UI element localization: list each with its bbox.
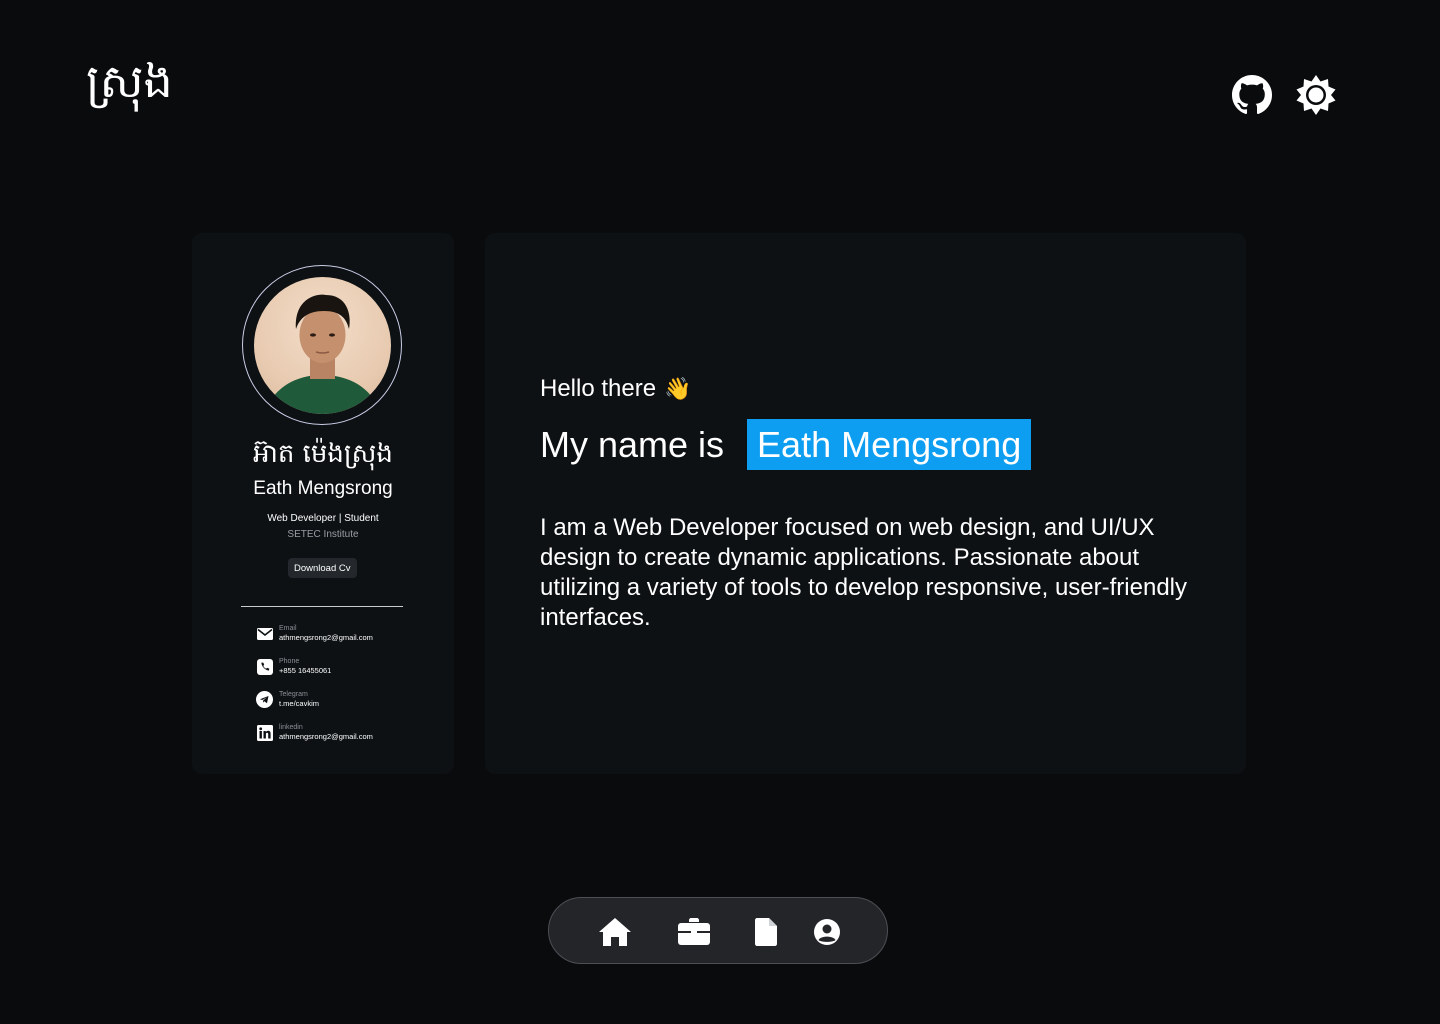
top-actions xyxy=(1232,74,1336,116)
telegram-icon xyxy=(256,691,273,708)
contact-list: Email athmengsrong2@gmail.com Phone +855… xyxy=(256,617,436,749)
contact-label: Phone xyxy=(279,658,300,665)
greeting-text: Hello there xyxy=(540,375,657,402)
profile-name: Eath Mengsrong xyxy=(253,478,393,499)
bio-text: I am a Web Developer focused on web desi… xyxy=(540,514,1187,631)
contact-phone[interactable]: Phone +855 16455061 xyxy=(256,650,436,683)
name-heading: My name is Eath Mengsrong xyxy=(540,419,1032,470)
profile-role: Web Developer | Student xyxy=(267,513,379,524)
phone-icon xyxy=(256,658,273,675)
profile-institute: SETEC Institute xyxy=(287,529,359,540)
intro-card: Hello there 👋 My name is Eath Mengsrong … xyxy=(485,233,1246,774)
divider xyxy=(241,606,403,607)
contact-linkedin[interactable]: linkedin athmengsrong2@gmail.com xyxy=(256,716,436,749)
contact-value: athmengsrong2@gmail.com xyxy=(279,732,373,741)
contact-label: Telegram xyxy=(279,691,308,698)
contact-label: linkedin xyxy=(279,724,303,731)
profile-card: អ៊ាត ម៉េងស្រុង Eath Mengsrong Web Develo… xyxy=(192,233,454,774)
github-icon[interactable] xyxy=(1232,74,1272,116)
bottom-nav xyxy=(548,897,888,964)
contact-email[interactable]: Email athmengsrong2@gmail.com xyxy=(256,617,436,650)
linkedin-icon xyxy=(256,724,273,741)
briefcase-icon[interactable] xyxy=(674,916,714,948)
avatar-ring xyxy=(242,265,402,425)
name-prefix: My name is xyxy=(540,423,725,465)
avatar xyxy=(253,276,391,414)
contact-value: +855 16455061 xyxy=(279,666,332,675)
file-icon[interactable] xyxy=(746,916,786,948)
site-logo[interactable]: ស្រុង xyxy=(86,58,173,104)
name-highlight: Eath Mengsrong xyxy=(747,419,1032,470)
download-cv-button[interactable]: Download Cv xyxy=(288,558,357,578)
mail-icon xyxy=(256,625,273,642)
greeting: Hello there 👋 xyxy=(540,375,691,403)
contact-label: Email xyxy=(279,625,297,632)
contact-telegram[interactable]: Telegram t.me/cavkim xyxy=(256,683,436,716)
contact-value: t.me/cavkim xyxy=(279,699,320,708)
contact-value: athmengsrong2@gmail.com xyxy=(279,633,373,642)
user-icon[interactable] xyxy=(807,916,847,948)
home-icon[interactable] xyxy=(595,916,635,948)
sun-icon[interactable] xyxy=(1296,74,1336,116)
khmer-name: អ៊ាត ម៉េងស្រុង xyxy=(253,439,393,469)
waving-hand-icon: 👋 xyxy=(664,376,692,401)
